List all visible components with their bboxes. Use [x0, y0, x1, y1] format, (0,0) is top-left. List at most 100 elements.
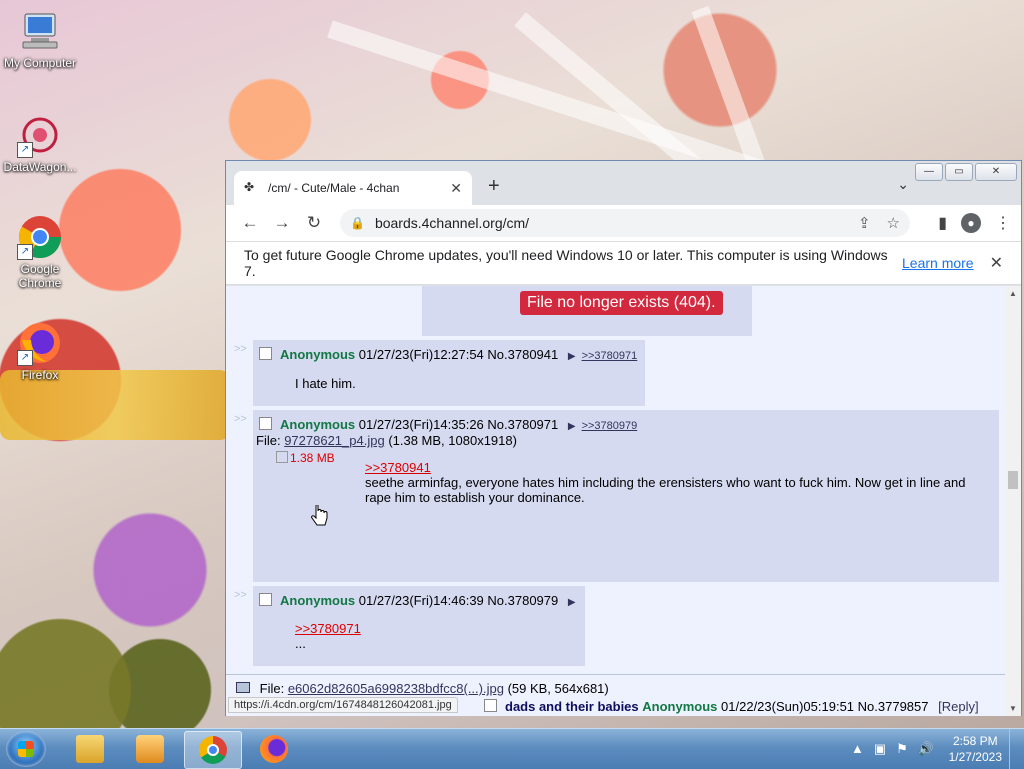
post-menu-triangle-icon[interactable]: ▶ — [568, 351, 576, 362]
start-button[interactable] — [6, 731, 46, 767]
side-panel-icon[interactable]: ▮ — [938, 213, 947, 233]
infobar-message: To get future Google Chrome updates, you… — [244, 247, 888, 279]
post-text: I hate him. — [295, 376, 356, 391]
post-number[interactable]: No.3780971 — [487, 417, 558, 432]
page-scrollbar[interactable]: ▲ ▼ — [1005, 286, 1021, 716]
window-controls: — ▭ ✕ — [915, 163, 1017, 181]
post-checkbox[interactable] — [484, 699, 497, 712]
post-body: >>3780941 seethe arminfag, everyone hate… — [365, 460, 975, 505]
desktop-icon-firefox[interactable]: ↗ Firefox — [0, 320, 80, 382]
browser-toolbar: ← → ↻ 🔒 boards.4channel.org/cm/ ⇪ ☆ ▮ ● … — [226, 205, 1021, 241]
reload-icon[interactable]: ↻ — [298, 213, 330, 233]
scroll-thumb[interactable] — [1008, 471, 1018, 489]
learn-more-link[interactable]: Learn more — [902, 255, 974, 271]
update-infobar: To get future Google Chrome updates, you… — [226, 241, 1021, 285]
post-text: ... — [295, 636, 306, 651]
datawagon-icon: ↗ — [17, 112, 63, 158]
shortcut-arrow-icon: ↗ — [17, 244, 33, 260]
taskbar-media-player[interactable] — [122, 731, 178, 767]
post-datetime: 01/27/23(Fri)14:46:39 — [358, 593, 484, 608]
windows-taskbar: ▲ ▣ ⚑ 🔊 2:58 PM 1/27/2023 — [0, 728, 1024, 769]
thread-file-line: File: e6062d82605a6998238bdfcc8(...).jpg… — [236, 681, 609, 696]
tab-title: /cm/ - Cute/Male - 4chan — [268, 181, 400, 195]
firefox-icon: ↗ — [17, 320, 63, 366]
desktop-icon-datawagon[interactable]: ↗ DataWagon... — [0, 112, 80, 174]
clock-date: 1/27/2023 — [948, 750, 1002, 764]
volume-icon[interactable]: 🔊 — [918, 741, 934, 757]
thread-subject: dads and their babies — [505, 699, 639, 714]
post-header: Anonymous 01/27/23(Fri)14:35:26 No.37809… — [259, 417, 637, 432]
file-404-badge: File no longer exists (404). — [520, 291, 723, 315]
toolbar-right: ▮ ● ⋮ — [938, 213, 1011, 233]
poster-name: Anonymous — [642, 699, 718, 714]
clock[interactable]: 2:58 PM 1/27/2023 — [949, 733, 1002, 765]
address-bar[interactable]: 🔒 boards.4channel.org/cm/ ⇪ ☆ — [340, 209, 910, 237]
page-content: File no longer exists (404). >> Anonymou… — [226, 286, 1006, 716]
tab-close-icon[interactable]: ✕ — [450, 180, 462, 197]
tab-search-chevron-icon[interactable]: ⌄ — [897, 176, 909, 193]
post-checkbox[interactable] — [259, 347, 272, 360]
scroll-down-icon[interactable]: ▼ — [1009, 704, 1017, 713]
reply-link[interactable]: [Reply] — [938, 699, 978, 714]
poster-name: Anonymous — [280, 593, 356, 608]
chrome-icon — [199, 736, 227, 764]
backlink[interactable]: >>3780971 — [582, 350, 638, 362]
network-icon[interactable]: ▣ — [874, 741, 886, 757]
forward-arrow-icon[interactable]: → — [266, 213, 298, 233]
action-center-flag-icon[interactable]: ⚑ — [896, 741, 908, 757]
thread-op-header: dads and their babies Anonymous 01/22/23… — [484, 699, 979, 714]
clock-time: 2:58 PM — [952, 734, 998, 748]
desktop-icon-my-computer[interactable]: My Computer — [0, 8, 80, 70]
tab-4chan-cm[interactable]: ✤ /cm/ - Cute/Male - 4chan ✕ — [234, 171, 472, 205]
file-link[interactable]: 97278621_p4.jpg — [284, 433, 385, 448]
broken-thumbnail[interactable]: 1.38 MB — [276, 451, 335, 465]
post-text: seethe arminfag, everyone hates him incl… — [365, 475, 966, 505]
taskbar-explorer[interactable] — [62, 731, 118, 767]
clover-favicon-icon: ✤ — [244, 180, 255, 194]
quote-link[interactable]: >>3780941 — [365, 460, 431, 475]
post-datetime: 01/22/23(Sun)05:19:51 — [721, 699, 855, 714]
hide-thread-icon[interactable] — [236, 682, 250, 693]
computer-icon — [17, 8, 63, 54]
share-icon[interactable]: ⇪ — [858, 214, 871, 232]
system-tray: ▲ ▣ ⚑ 🔊 — [851, 741, 934, 757]
desktop-icon-google-chrome[interactable]: ↗ Google Chrome — [0, 214, 80, 290]
infobar-close-icon[interactable]: ✕ — [990, 253, 1003, 273]
tab-bar: ✤ /cm/ - Cute/Male - 4chan ✕ + ⌄ — ▭ ✕ — [226, 161, 1021, 205]
new-tab-button[interactable]: + — [488, 175, 500, 198]
windows-logo-icon — [18, 741, 34, 757]
kebab-menu-icon[interactable]: ⋮ — [995, 213, 1011, 233]
post-number[interactable]: No.3780979 — [487, 593, 558, 608]
post-number[interactable]: No.3780941 — [487, 347, 558, 362]
close-window-button[interactable]: ✕ — [975, 163, 1017, 181]
post-datetime: 01/27/23(Fri)12:27:54 — [358, 347, 484, 362]
post-menu-triangle-icon[interactable]: ▶ — [568, 597, 576, 608]
post-menu-triangle-icon[interactable]: ▶ — [568, 421, 576, 432]
post-checkbox[interactable] — [259, 417, 272, 430]
tray-expand-icon[interactable]: ▲ — [851, 741, 864, 757]
post-checkbox[interactable] — [259, 593, 272, 606]
folder-icon — [76, 735, 104, 763]
url-text[interactable]: boards.4channel.org/cm/ — [375, 215, 842, 231]
minimize-button[interactable]: — — [915, 163, 943, 181]
chrome-window: ✤ /cm/ - Cute/Male - 4chan ✕ + ⌄ — ▭ ✕ ←… — [225, 160, 1022, 716]
reply-arrows: >> — [234, 589, 247, 601]
thread-file-link[interactable]: e6062d82605a6998238bdfcc8(...).jpg — [288, 681, 504, 696]
back-arrow-icon[interactable]: ← — [234, 213, 266, 233]
shortcut-arrow-icon: ↗ — [17, 350, 33, 366]
maximize-button[interactable]: ▭ — [945, 163, 973, 181]
post-number[interactable]: No.3779857 — [858, 699, 929, 714]
reply-arrows: >> — [234, 413, 247, 425]
taskbar-firefox[interactable] — [246, 731, 302, 767]
hand-cursor-icon — [311, 505, 328, 526]
post-datetime: 01/27/23(Fri)14:35:26 — [358, 417, 484, 432]
bookmark-star-icon[interactable]: ☆ — [887, 214, 900, 232]
profile-avatar-icon[interactable]: ● — [961, 213, 981, 233]
quote-link[interactable]: >>3780971 — [295, 621, 361, 636]
link-status-bubble: https://i.4cdn.org/cm/1674848126042081.j… — [228, 697, 458, 713]
taskbar-chrome[interactable] — [184, 731, 242, 769]
backlink[interactable]: >>3780979 — [582, 420, 638, 432]
show-desktop-button[interactable] — [1009, 729, 1024, 769]
post-header: Anonymous 01/27/23(Fri)12:27:54 No.37809… — [259, 347, 637, 362]
scroll-up-icon[interactable]: ▲ — [1009, 289, 1017, 298]
